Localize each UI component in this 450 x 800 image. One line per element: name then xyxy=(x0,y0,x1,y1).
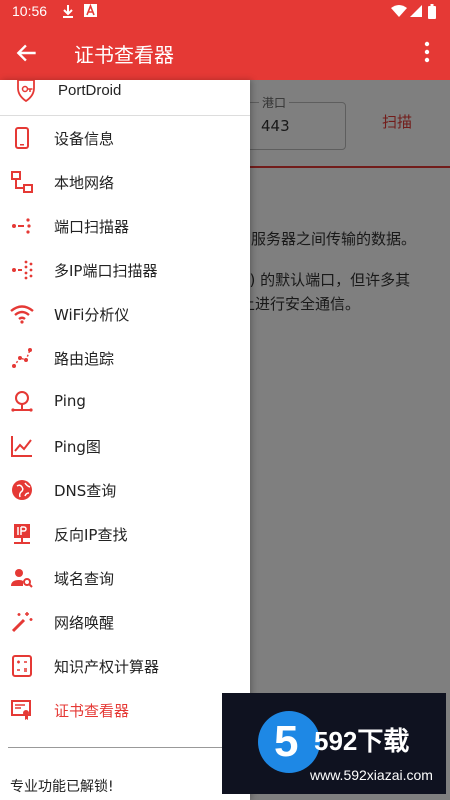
app-bar: 证书查看器 xyxy=(0,24,450,80)
phone-icon xyxy=(15,127,29,149)
page-title: 证书查看器 xyxy=(74,45,174,67)
nav-item-dns-lookup[interactable]: DNS查询 xyxy=(0,468,250,512)
drawer-header: PortDroid xyxy=(0,80,250,116)
nav-item-traceroute[interactable]: 路由追踪 xyxy=(0,336,250,380)
watermark-digit: 5 xyxy=(274,717,299,766)
nav-item-reverse-ip[interactable]: 反向IP查找 xyxy=(0,512,250,556)
signal-icon xyxy=(410,5,422,17)
wifi-status-icon xyxy=(391,5,407,17)
drawer-app-name: PortDroid xyxy=(58,82,122,99)
nav-item-label: 知识产权计算器 xyxy=(54,658,160,676)
portdroid-logo-icon xyxy=(17,80,35,102)
nav-item-label: 路由追踪 xyxy=(54,350,115,368)
nav-item-wake-on-lan[interactable]: 网络唤醒 xyxy=(0,600,250,644)
nav-item-domain-lookup[interactable]: 域名查询 xyxy=(0,556,250,600)
nav-item-label: 域名查询 xyxy=(54,570,115,588)
nav-item-device-info[interactable]: 设备信息 xyxy=(0,116,250,160)
nav-item-label: 本地网络 xyxy=(54,174,115,192)
nav-item-label: 设备信息 xyxy=(54,130,115,148)
nav-item-ping[interactable]: Ping xyxy=(0,380,250,424)
watermark-url: www.592xiazai.com xyxy=(310,767,433,783)
nav-item-port-scanner[interactable]: 端口扫描器 xyxy=(0,204,250,248)
chart-icon xyxy=(11,436,32,457)
ping-icon xyxy=(11,391,33,412)
watermark-brand: 592下载 xyxy=(314,726,410,756)
route-icon xyxy=(12,348,32,368)
nav-item-certificate-viewer[interactable]: 证书查看器 xyxy=(0,688,250,732)
nav-item-label: Ping图 xyxy=(54,438,101,456)
nav-item-label: 端口扫描器 xyxy=(54,218,130,236)
nav-item-multi-ip-scanner[interactable]: 多IP端口扫描器 xyxy=(0,248,250,292)
navigation-drawer: PortDroid 设备信息 本地网络 端口扫描器 多IP端口扫描器 WiFi分… xyxy=(0,80,250,800)
nav-item-label: 网络唤醒 xyxy=(54,614,115,632)
app-notification-icon xyxy=(84,4,97,17)
nav-item-label: 反向IP查找 xyxy=(54,526,128,544)
drawer-divider xyxy=(8,747,242,748)
person-search-icon xyxy=(11,569,33,588)
certificate-icon xyxy=(11,700,31,720)
port-scan-icon xyxy=(12,218,31,234)
calculator-icon xyxy=(12,655,32,677)
multi-port-scan-icon xyxy=(12,260,33,280)
nav-item-label: Ping xyxy=(54,392,86,410)
watermark-logo: 5 592下载 www.592xiazai.com xyxy=(222,693,446,794)
ip-icon xyxy=(14,524,30,544)
wifi-icon xyxy=(10,305,34,324)
nav-item-ip-calculator[interactable]: 知识产权计算器 xyxy=(0,644,250,688)
wand-icon xyxy=(11,612,33,633)
nav-item-label: 证书查看器 xyxy=(54,702,130,720)
nav-item-ping-chart[interactable]: Ping图 xyxy=(0,424,250,468)
download-icon xyxy=(63,5,73,18)
network-icon xyxy=(11,171,33,193)
nav-item-wifi-analyzer[interactable]: WiFi分析仪 xyxy=(0,292,250,336)
nav-item-label: WiFi分析仪 xyxy=(54,306,130,324)
back-arrow-icon[interactable] xyxy=(14,40,40,66)
status-bar: 10:56 xyxy=(0,0,450,24)
globe-icon xyxy=(12,480,32,500)
nav-item-local-network[interactable]: 本地网络 xyxy=(0,160,250,204)
more-options-icon[interactable] xyxy=(420,40,434,64)
nav-item-label: DNS查询 xyxy=(54,482,117,500)
pro-unlocked-text: 专业功能已解锁! xyxy=(10,779,114,795)
battery-icon xyxy=(428,4,436,19)
nav-item-label: 多IP端口扫描器 xyxy=(54,262,158,280)
status-time: 10:56 xyxy=(12,3,48,19)
